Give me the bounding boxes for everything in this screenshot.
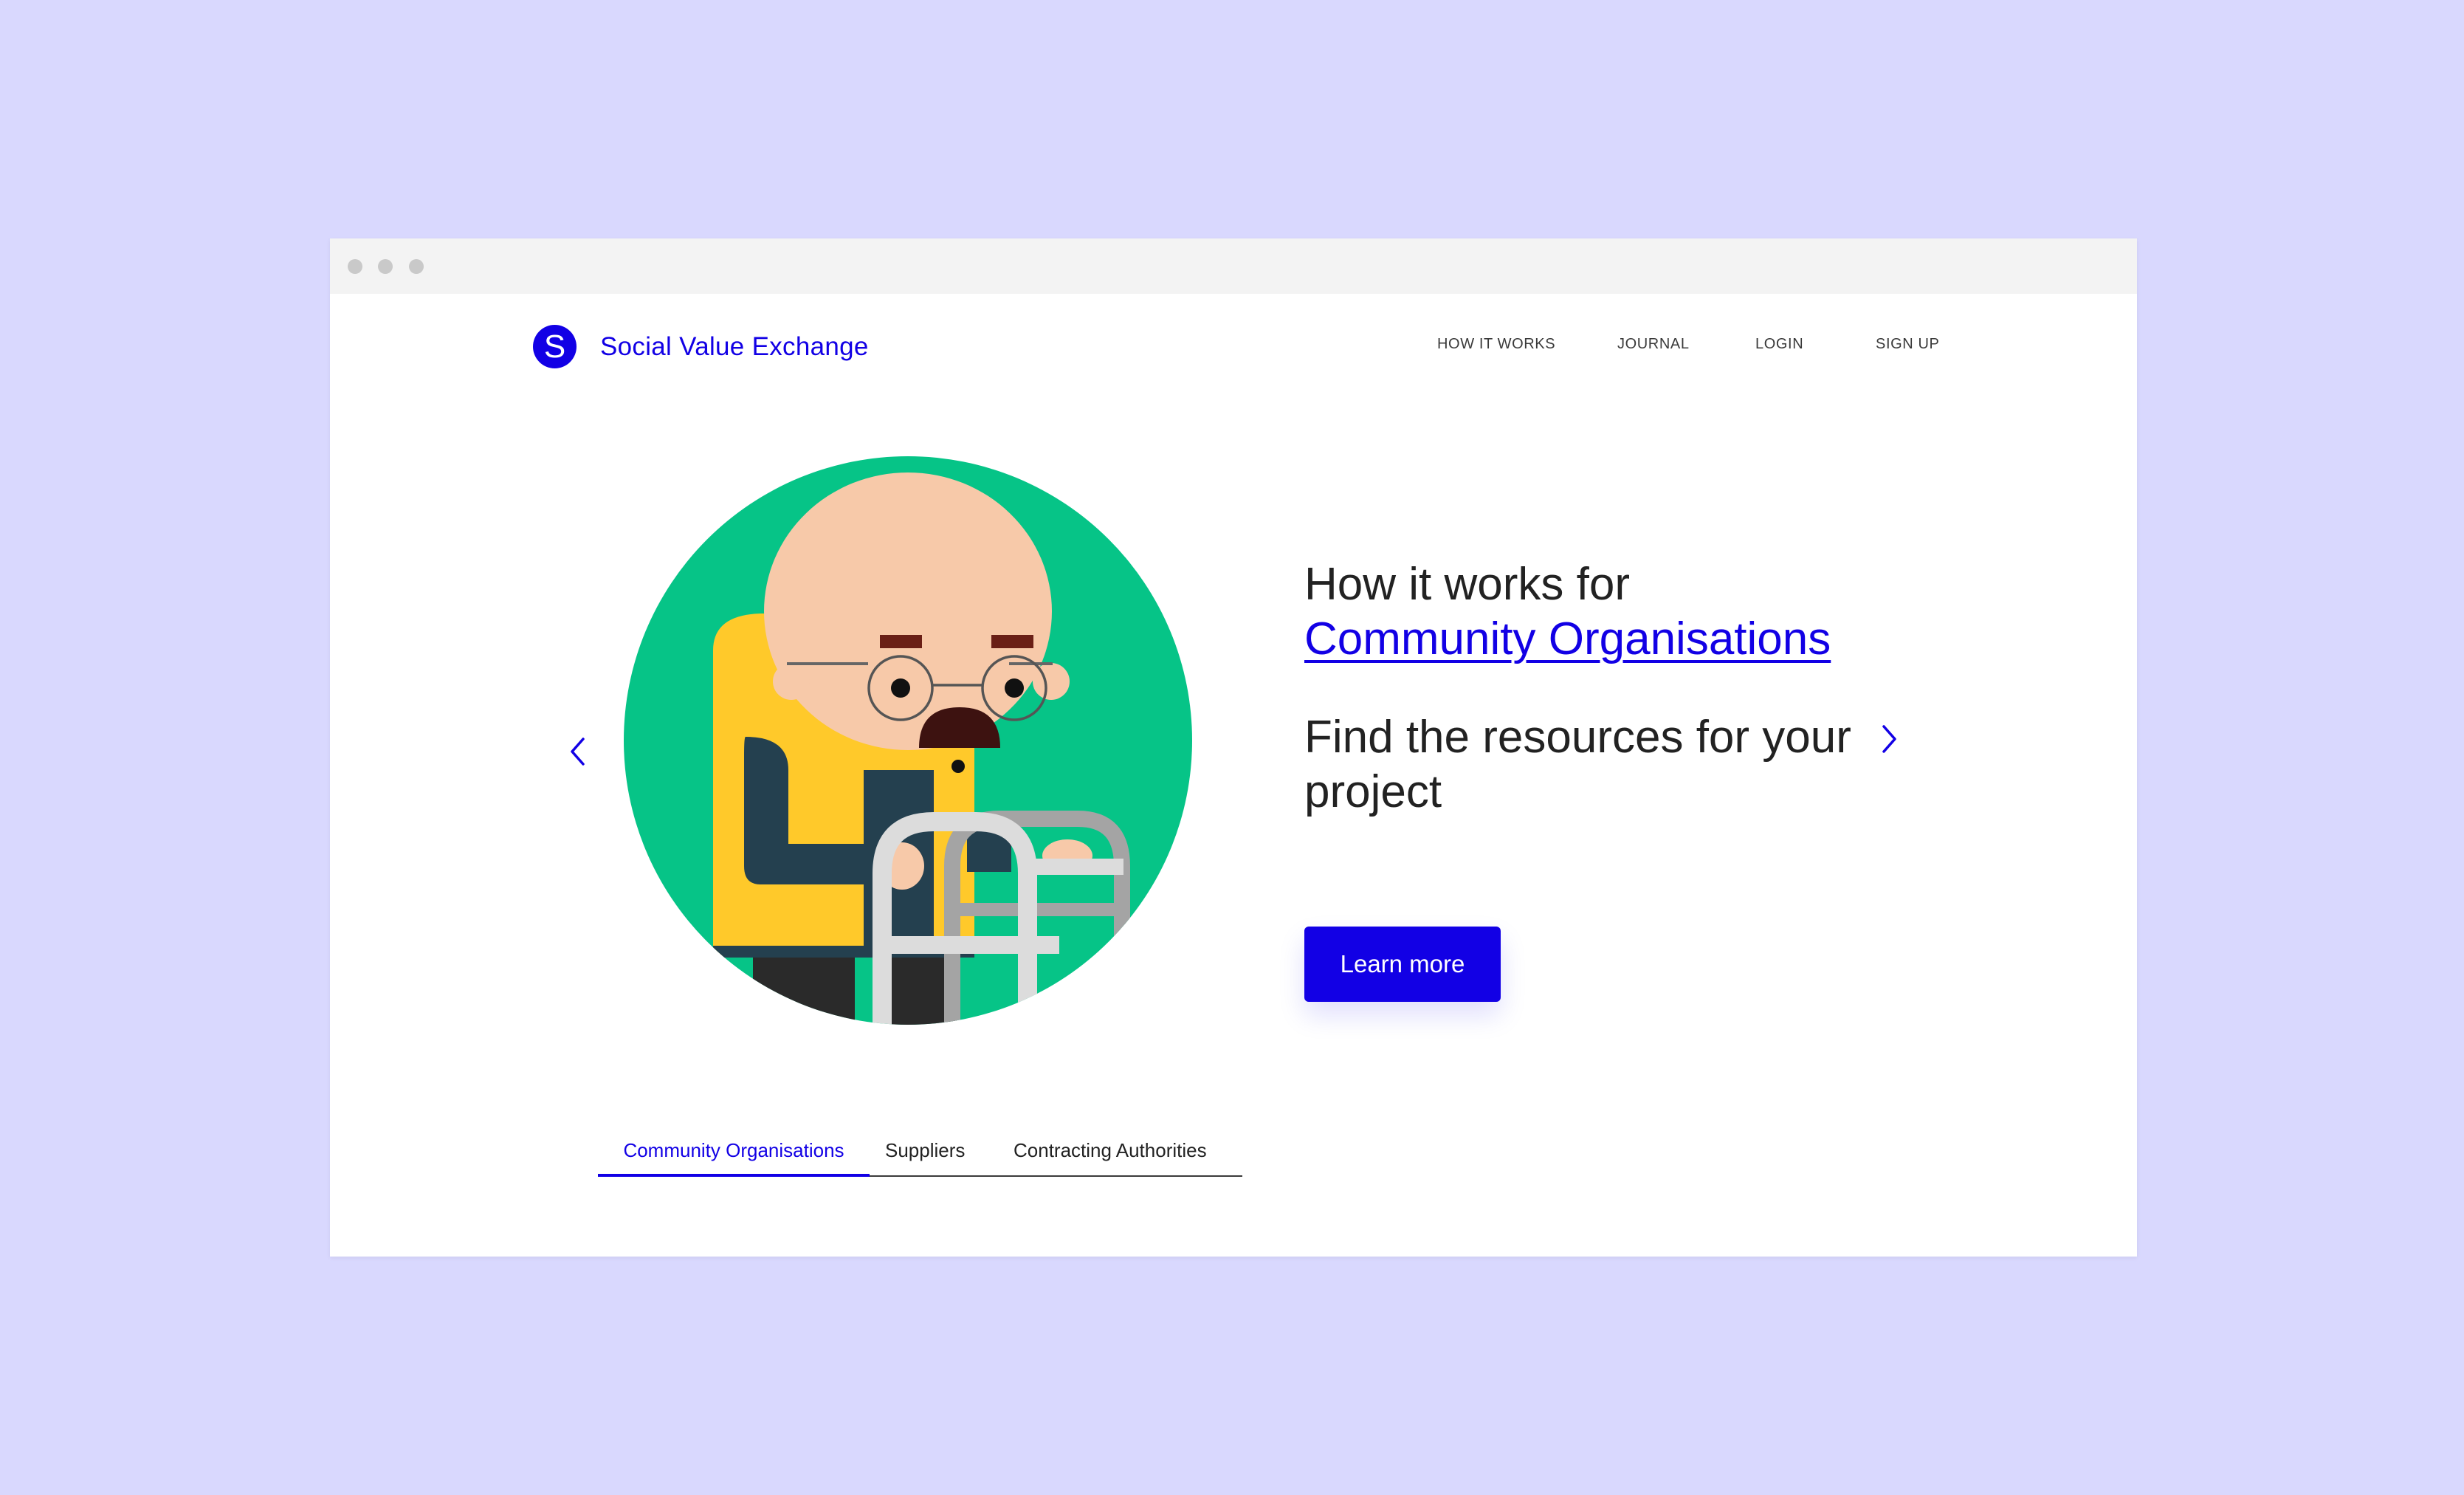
window-maximize-dot[interactable] [409,259,424,274]
audience-tabs: Community Organisations Suppliers Contra… [598,1135,1242,1177]
elderly-man-illustration [624,456,1192,1025]
page-content: S Social Value Exchange HOW IT WORKS JOU… [330,294,2137,1257]
carousel-next-button[interactable] [1867,717,1911,761]
hero-subheading: Find the resources for your project [1304,712,1851,817]
hero-heading-link[interactable]: Community Organisations [1304,612,1831,667]
brand-name: Social Value Exchange [600,331,869,361]
nav-journal[interactable]: JOURNAL [1617,336,1690,353]
hero-heading: How it works for [1304,559,1630,610]
tab-contracting-authorities[interactable]: Contracting Authorities [1014,1135,1207,1175]
carousel-prev-button[interactable] [556,729,600,774]
tab-suppliers[interactable]: Suppliers [885,1135,965,1175]
learn-more-button[interactable]: Learn more [1304,927,1501,1002]
chevron-left-icon [571,738,585,766]
browser-titlebar [330,238,2137,294]
logo-icon: S [533,325,577,368]
chevron-right-icon [1882,725,1896,753]
nav-login[interactable]: LOGIN [1755,336,1803,353]
window-close-dot[interactable] [348,259,362,274]
nav-how-it-works[interactable]: HOW IT WORKS [1437,336,1555,353]
nav-sign-up[interactable]: SIGN UP [1876,336,1939,353]
brand-logo-link[interactable]: S Social Value Exchange [533,325,869,368]
window-minimize-dot[interactable] [378,259,393,274]
tab-community-organisations[interactable]: Community Organisations [598,1135,870,1177]
browser-window: S Social Value Exchange HOW IT WORKS JOU… [330,238,2137,1257]
